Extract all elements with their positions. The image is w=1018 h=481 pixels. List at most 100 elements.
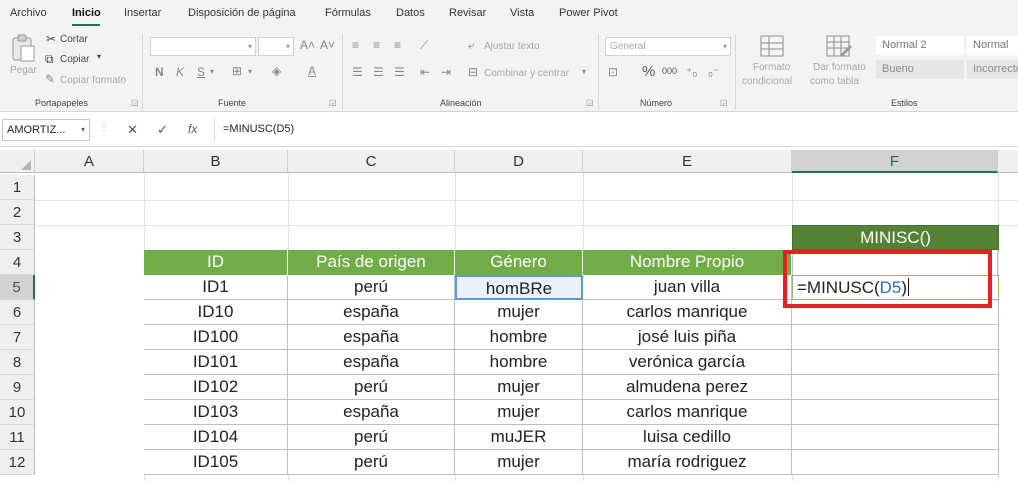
align-top-icon[interactable]: ≡ (352, 39, 359, 51)
merge-center-icon[interactable]: ⊟ (468, 66, 478, 78)
table-cell[interactable]: perú (288, 450, 455, 475)
tab-insertar[interactable]: Insertar (124, 7, 161, 19)
italic-button[interactable]: K (176, 66, 184, 78)
align-left-icon[interactable]: ☰ (352, 66, 363, 78)
chevron-down-icon[interactable]: ▾ (582, 68, 586, 76)
table-cell[interactable]: ID100 (144, 325, 288, 350)
table-cell[interactable]: ID103 (144, 400, 288, 425)
tab-archivo[interactable]: Archivo (10, 7, 47, 19)
table-cell[interactable]: españa (288, 300, 455, 325)
table-cell[interactable]: hombre (455, 325, 583, 350)
dialog-launcher-icon[interactable]: ◲ (720, 98, 728, 107)
currency-icon[interactable]: ⊡ (608, 66, 618, 78)
font-family-combo[interactable]: ▾ (150, 37, 256, 56)
tab-power-pivot[interactable]: Power Pivot (559, 7, 618, 19)
table-cell[interactable]: juan villa (583, 275, 792, 300)
format-painter-button[interactable]: Copiar formato (60, 75, 126, 86)
table-cell[interactable]: perú (288, 425, 455, 450)
row-header-10[interactable]: 10 (0, 400, 35, 425)
wrap-text-button[interactable]: Ajustar texto (484, 41, 540, 52)
table-cell-f[interactable] (792, 350, 999, 375)
table-header-pais[interactable]: País de origen (288, 250, 455, 275)
column-header-b[interactable]: B (144, 150, 288, 173)
tab-disposicion[interactable]: Disposición de página (188, 7, 296, 19)
table-cell[interactable]: perú (288, 275, 455, 300)
style-normal2[interactable]: Normal 2 (876, 36, 964, 55)
table-cell[interactable]: carlos manrique (583, 300, 792, 325)
orientation-icon[interactable]: ⟋ (420, 39, 428, 51)
decrease-indent-icon[interactable]: ⇤ (420, 66, 430, 78)
enter-icon[interactable]: ✓ (157, 122, 168, 138)
thousands-button[interactable]: 000 (662, 67, 677, 76)
align-middle-icon[interactable]: ≡ (373, 39, 380, 51)
number-format-combo[interactable]: General ▾ (605, 37, 731, 56)
table-cell-d5-referenced[interactable]: homBRe (455, 275, 583, 300)
table-cell[interactable]: mujer (455, 375, 583, 400)
conditional-format-button[interactable]: Formato condicional (740, 32, 804, 92)
merge-center-button[interactable]: Combinar y centrar (484, 68, 569, 79)
column-header-d[interactable]: D (455, 150, 583, 173)
table-cell[interactable]: verónica garcía (583, 350, 792, 375)
row-header-9[interactable]: 9 (0, 375, 35, 400)
table-cell[interactable]: ID102 (144, 375, 288, 400)
table-cell[interactable]: ID10 (144, 300, 288, 325)
bold-button[interactable]: N (155, 66, 164, 78)
decrease-font-icon[interactable]: A˅ (320, 39, 335, 51)
tab-formulas[interactable]: Fórmulas (325, 7, 371, 19)
table-header-genero[interactable]: Género (455, 250, 583, 275)
table-cell[interactable]: luisa cedillo (583, 425, 792, 450)
table-cell[interactable]: carlos manrique (583, 400, 792, 425)
tab-revisar[interactable]: Revisar (449, 7, 486, 19)
increase-decimal-icon[interactable]: ⁺₀ (686, 66, 697, 78)
format-as-table-button[interactable]: Dar formato como tabla (806, 32, 872, 92)
row-header-1[interactable]: 1 (0, 175, 35, 200)
cell-f3-minisc-header[interactable]: MINISC() (792, 225, 999, 250)
chevron-down-icon[interactable]: ▾ (248, 68, 252, 76)
underline-button[interactable]: S (197, 66, 205, 78)
row-header-3[interactable]: 3 (0, 225, 35, 250)
select-all-button[interactable] (0, 150, 35, 173)
table-cell[interactable]: mujer (455, 300, 583, 325)
table-cell-f[interactable] (792, 400, 999, 425)
table-cell[interactable]: españa (288, 400, 455, 425)
formula-input[interactable]: =MINUSC(D5) (214, 119, 1014, 141)
increase-indent-icon[interactable]: ⇥ (441, 66, 451, 78)
table-cell[interactable]: españa (288, 325, 455, 350)
table-cell[interactable]: josé luis piña (583, 325, 792, 350)
chevron-down-icon[interactable]: ▾ (81, 125, 85, 134)
column-header-f[interactable]: F (792, 150, 998, 173)
row-header-6[interactable]: 6 (0, 300, 35, 325)
tab-inicio[interactable]: Inicio (72, 7, 101, 19)
table-cell[interactable]: perú (288, 375, 455, 400)
row-header-8[interactable]: 8 (0, 350, 35, 375)
table-cell[interactable]: hombre (455, 350, 583, 375)
table-cell-f[interactable] (792, 450, 999, 475)
cancel-icon[interactable]: ✕ (127, 122, 138, 138)
table-cell[interactable]: españa (288, 350, 455, 375)
font-size-combo[interactable]: ▾ (258, 37, 294, 56)
row-header-7[interactable]: 7 (0, 325, 35, 350)
wrap-text-icon[interactable]: ⤶ (468, 39, 475, 51)
tab-vista[interactable]: Vista (510, 7, 534, 19)
dialog-launcher-icon[interactable]: ◲ (586, 98, 594, 107)
dialog-launcher-icon[interactable]: ◲ (329, 98, 337, 107)
percent-button[interactable]: % (642, 64, 655, 79)
column-header-c[interactable]: C (288, 150, 455, 173)
table-header-id[interactable]: ID (144, 250, 288, 275)
row-header-4[interactable]: 4 (0, 250, 35, 275)
style-incorrecto[interactable]: Incorrecto (967, 60, 1018, 79)
table-cell[interactable]: almudena perez (583, 375, 792, 400)
paste-button[interactable]: Pegar (6, 32, 40, 88)
decrease-decimal-icon[interactable]: ₀⁻ (708, 66, 719, 78)
table-cell[interactable]: ID1 (144, 275, 288, 300)
align-right-icon[interactable]: ☰ (394, 66, 405, 78)
borders-icon[interactable]: ⊞ (232, 65, 242, 77)
table-cell-f[interactable] (792, 325, 999, 350)
font-color-icon[interactable]: A (308, 65, 316, 77)
row-header-2[interactable]: 2 (0, 200, 35, 225)
table-cell[interactable]: ID101 (144, 350, 288, 375)
style-normal[interactable]: Normal (967, 36, 1018, 55)
tab-datos[interactable]: Datos (396, 7, 425, 19)
table-cell[interactable]: muJER (455, 425, 583, 450)
column-header-a[interactable]: A (35, 150, 144, 173)
